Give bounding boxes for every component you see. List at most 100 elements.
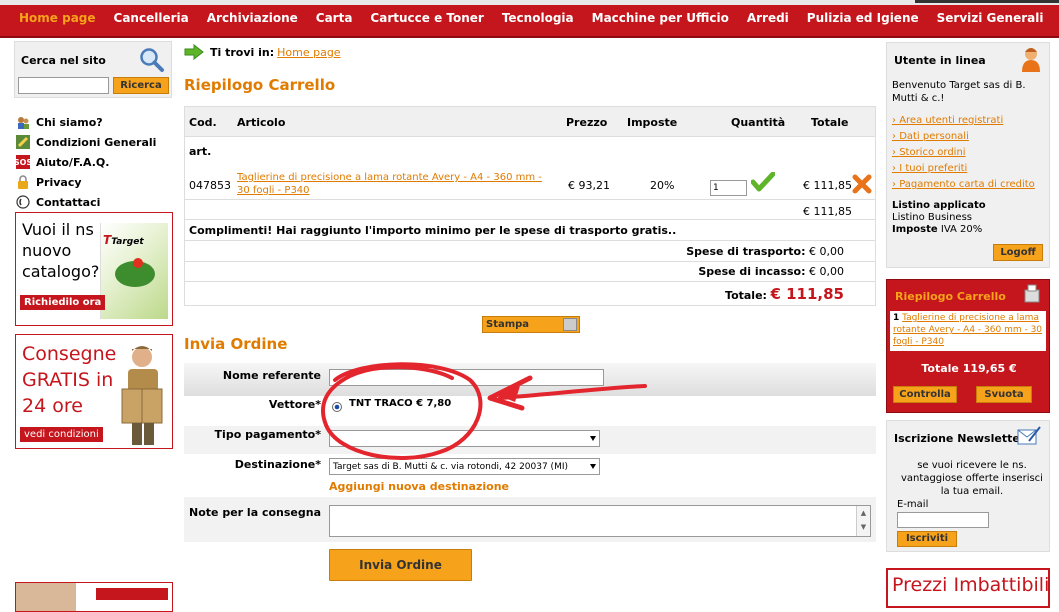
people-icon — [16, 115, 30, 129]
delivery-promo[interactable]: Consegne GRATIS in 24 ore vedi condizion… — [15, 334, 173, 449]
cart-header-row: Cod. Articolo Prezzo Imposte Quantità To… — [185, 107, 875, 137]
tipo-pagamento-select[interactable] — [329, 430, 600, 447]
cart-table: Cod. Articolo Prezzo Imposte Quantità To… — [184, 106, 876, 306]
nav-item-carta[interactable]: Carta — [307, 11, 362, 25]
free-shipping-message: Complimenti! Hai raggiunto l'importo min… — [189, 224, 677, 237]
remove-icon[interactable] — [851, 173, 873, 195]
promo-banner-bottom[interactable] — [15, 582, 173, 612]
label-destinazione: Destinazione* — [234, 458, 321, 471]
mini-cart: Riepilogo Carrello 1 Taglierine di preci… — [886, 279, 1050, 413]
print-label: Stampa — [486, 319, 530, 330]
search-input[interactable] — [18, 77, 109, 94]
prezzi-banner[interactable]: Prezzi Imbattibili — [886, 568, 1050, 608]
destinazione-value: Target sas di B. Mutti & c. via rotondi,… — [333, 462, 568, 472]
newsletter-email-input[interactable] — [897, 512, 989, 528]
listino-info: Listino applicato Listino Business Impos… — [892, 200, 986, 235]
user-icon — [1022, 48, 1040, 72]
nome-referente-input[interactable] — [329, 369, 604, 386]
link-label: Contattaci — [36, 195, 101, 209]
link-storico-ordini[interactable]: Storico ordini — [892, 145, 1035, 161]
link-area-utenti[interactable]: Area utenti registrati — [892, 113, 1035, 129]
chevron-down-icon — [590, 436, 596, 441]
nav-item-tecnologia[interactable]: Tecnologia — [493, 11, 583, 25]
nav-item-cartucce[interactable]: Cartucce e Toner — [361, 11, 492, 25]
pencil-icon — [16, 135, 30, 149]
user-links: Area utenti registrati Dati personali St… — [892, 113, 1035, 193]
newsletter-description: se vuoi ricevere le ns. vantaggiose offe… — [901, 460, 1043, 497]
delivery-man-image — [121, 346, 163, 445]
col-quantita: Quantità — [731, 116, 786, 129]
note-textarea[interactable]: ▲ ▼ — [329, 505, 871, 537]
chevron-down-icon — [590, 464, 596, 469]
top-navigation: Home page Cancelleria Archiviazione Cart… — [0, 0, 1059, 38]
cart-title: Riepilogo Carrello — [184, 76, 336, 94]
subscribe-button[interactable]: Iscriviti — [897, 531, 957, 547]
nav-item-home[interactable]: Home page — [10, 11, 105, 25]
link-preferiti[interactable]: I tuoi preferiti — [892, 161, 1035, 177]
quantity-input[interactable]: 1 — [710, 180, 747, 196]
row-articolo-link[interactable]: Taglierine di precisione a lama rotante … — [237, 171, 542, 197]
top-strip-dark — [915, 0, 1059, 3]
frog-eye — [133, 258, 143, 268]
link-label: Privacy — [36, 175, 82, 189]
vettore-radio[interactable] — [332, 402, 342, 412]
form-row-vettore: Vettore* TNT TRACO € 7,80 — [184, 396, 876, 426]
print-button[interactable]: Stampa — [482, 316, 580, 333]
link-pagamento-carta[interactable]: Pagamento carta di credito — [892, 177, 1035, 193]
link-condizioni[interactable]: Condizioni Generali — [16, 132, 156, 152]
row-divider — [185, 281, 875, 282]
prezzi-banner-text: Prezzi Imbattibili — [892, 574, 1050, 596]
nav-item-pulizia[interactable]: Pulizia ed Igiene — [798, 11, 928, 25]
link-label: Chi siamo? — [36, 115, 103, 129]
link-chi-siamo[interactable]: Chi siamo? — [16, 112, 156, 132]
nav-item-macchine[interactable]: Macchine per Ufficio — [583, 11, 738, 25]
nav-item-archiviazione[interactable]: Archiviazione — [198, 11, 307, 25]
newsletter-box: Iscrizione Newsletter se vuoi ricevere l… — [886, 420, 1050, 552]
cart-total-row: Totale: € 111,85 — [725, 285, 844, 303]
row-divider — [185, 219, 875, 220]
cart-icon — [1024, 284, 1040, 303]
link-privacy[interactable]: Privacy — [16, 172, 156, 192]
link-contattaci[interactable]: Contattaci — [16, 192, 156, 212]
label-nome-referente: Nome referente — [222, 369, 321, 382]
add-destination-link[interactable]: Aggiungi nuova destinazione — [329, 480, 509, 493]
breadcrumb: Ti trovi in: Home page — [184, 44, 341, 60]
catalog-cta[interactable]: Richiedilo ora — [20, 295, 106, 310]
col-cod: Cod. — [189, 116, 217, 129]
sos-icon: SOS — [14, 155, 32, 169]
link-aiuto[interactable]: SOS Aiuto/F.A.Q. — [14, 152, 156, 172]
mini-cart-item[interactable]: 1 Taglierine di precisione a lama rotant… — [890, 311, 1046, 351]
order-form: Nome referente Vettore* TNT TRACO € 7,80… — [184, 363, 876, 593]
link-dati-personali[interactable]: Dati personali — [892, 129, 1035, 145]
lock-icon — [16, 175, 30, 189]
mini-cart-total: Totale 119,65 € — [921, 362, 1017, 375]
controlla-button[interactable]: Controlla — [893, 386, 957, 403]
cart-subtotal: € 111,85 — [803, 205, 852, 218]
textarea-scrollbar[interactable]: ▲ ▼ — [856, 506, 870, 536]
logoff-button[interactable]: Logoff — [993, 244, 1043, 261]
nav-item-cancelleria[interactable]: Cancelleria — [105, 11, 198, 25]
newsletter-icon — [1017, 426, 1041, 445]
breadcrumb-home-link[interactable]: Home page — [277, 46, 340, 59]
collection-cost-row: Spese di incasso: € 0,00 — [698, 265, 844, 278]
row-prezzo: € 93,21 — [568, 179, 610, 192]
svuota-button[interactable]: Svuota — [976, 386, 1032, 403]
row-divider — [185, 199, 875, 200]
col-totale: Totale — [811, 116, 849, 129]
nav-item-arredi[interactable]: Arredi — [738, 11, 798, 25]
search-button[interactable]: Ricerca — [113, 77, 169, 94]
newsletter-title: Iscrizione Newsletter — [894, 432, 1026, 445]
form-row-note: Note per la consegna ▲ ▼ — [184, 497, 876, 542]
delivery-cta[interactable]: vedi condizioni — [20, 427, 103, 442]
nav-item-servizi[interactable]: Servizi Generali — [928, 11, 1053, 25]
link-label: Condizioni Generali — [36, 135, 157, 149]
checkmark-icon[interactable] — [751, 172, 775, 192]
promo-bottom-image — [16, 583, 76, 611]
col-prezzo: Prezzo — [566, 116, 608, 129]
catalog-promo[interactable]: Vuoi il ns nuovo catalogo? TTarget Richi… — [15, 212, 173, 326]
destinazione-select[interactable]: Target sas di B. Mutti & c. via rotondi,… — [329, 458, 600, 475]
printer-icon — [563, 318, 577, 331]
submit-order-button[interactable]: Invia Ordine — [329, 549, 472, 581]
label-tipo-pagamento: Tipo pagamento* — [214, 428, 321, 441]
delivery-promo-text: Consegne GRATIS in 24 ore — [22, 343, 117, 417]
